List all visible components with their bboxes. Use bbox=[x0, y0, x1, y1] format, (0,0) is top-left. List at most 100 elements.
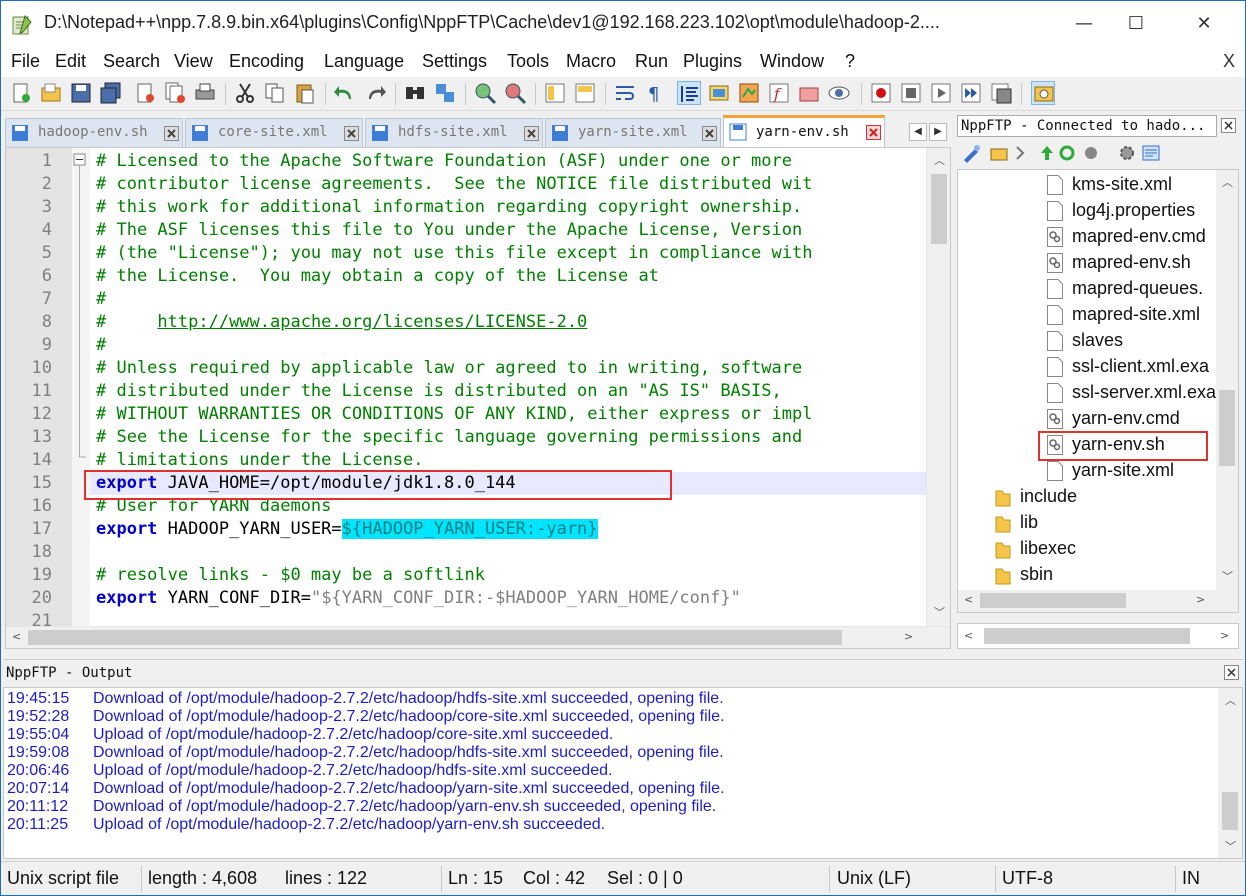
menu-file[interactable]: File bbox=[11, 51, 40, 72]
scroll-left-icon[interactable]: < bbox=[964, 593, 973, 606]
code-line[interactable]: # bbox=[90, 334, 926, 357]
code-line[interactable]: # (the "License"); you may not use this … bbox=[90, 242, 926, 265]
tree-horizontal-scrollbar[interactable]: < > bbox=[958, 590, 1238, 612]
show-all-chars-icon[interactable]: ¶ bbox=[643, 81, 667, 105]
code-line[interactable]: # the License. You may obtain a copy of … bbox=[90, 265, 926, 288]
tab-hdfs-site[interactable]: hdfs-site.xml bbox=[365, 118, 543, 147]
code-line[interactable]: # The ASF licenses this file to You unde… bbox=[90, 219, 926, 242]
code-line[interactable]: # this work for additional information r… bbox=[90, 196, 926, 219]
save-icon[interactable] bbox=[69, 81, 93, 105]
code-line[interactable]: # contributor license agreements. See th… bbox=[90, 173, 926, 196]
tab-close-icon[interactable] bbox=[702, 126, 717, 141]
indent-guide-icon[interactable] bbox=[677, 81, 701, 105]
menu-window[interactable]: Window bbox=[760, 51, 824, 72]
code-line[interactable]: # resolve links - $0 may be a softlink bbox=[90, 564, 926, 587]
scroll-left-icon[interactable]: < bbox=[12, 630, 21, 643]
menu-tools[interactable]: Tools bbox=[507, 51, 549, 72]
code-line[interactable]: export YARN_CONF_DIR="${YARN_CONF_DIR:-$… bbox=[90, 587, 926, 610]
editor-vertical-scrollbar[interactable]: ︿ ﹀ bbox=[926, 148, 950, 626]
scroll-right-icon[interactable]: > bbox=[1196, 593, 1205, 606]
copy-icon[interactable] bbox=[263, 81, 287, 105]
scroll-thumb[interactable] bbox=[1222, 792, 1238, 830]
menu-plugins[interactable]: Plugins bbox=[683, 51, 742, 72]
output-vertical-scrollbar[interactable]: ︿ ﹀ bbox=[1218, 688, 1242, 858]
message-window-icon[interactable] bbox=[1141, 143, 1161, 163]
scroll-thumb[interactable] bbox=[980, 593, 1126, 608]
function-list-icon[interactable]: f bbox=[767, 81, 791, 105]
zoom-in-icon[interactable] bbox=[473, 81, 497, 105]
folder-as-workspace-icon[interactable] bbox=[797, 81, 821, 105]
code-line[interactable]: # http://www.apache.org/licenses/LICENSE… bbox=[90, 311, 926, 334]
tab-scroll-left-button[interactable]: ◀ bbox=[909, 123, 927, 141]
sync-horizontal-icon[interactable] bbox=[573, 81, 597, 105]
close-file-icon[interactable] bbox=[133, 81, 157, 105]
code-line[interactable]: # Unless required by applicable law or a… bbox=[90, 357, 926, 380]
scroll-down-icon[interactable]: ﹀ bbox=[1222, 568, 1233, 584]
scroll-right-icon[interactable]: > bbox=[1220, 629, 1229, 642]
fold-margin[interactable] bbox=[72, 148, 90, 626]
save-all-icon[interactable] bbox=[99, 81, 123, 105]
scroll-thumb[interactable] bbox=[1219, 390, 1235, 466]
code-line[interactable]: # bbox=[90, 288, 926, 311]
code-editor[interactable]: 1 2 3 4 5 6 7 8 9 10 11 12 13 14 15 16 17 18 19 20 21 # Lice… bbox=[5, 147, 951, 649]
tree-vertical-scrollbar[interactable]: ︿ ﹀ bbox=[1216, 170, 1238, 590]
tab-close-icon[interactable] bbox=[524, 126, 539, 141]
close-all-icon[interactable] bbox=[163, 81, 187, 105]
code-line[interactable] bbox=[90, 541, 926, 564]
nppftp-queue-bar[interactable]: < > bbox=[957, 623, 1239, 649]
menu-settings[interactable]: Settings bbox=[422, 51, 487, 72]
abort-icon[interactable] bbox=[1013, 143, 1033, 163]
disconnect-icon[interactable] bbox=[1081, 143, 1101, 163]
document-map-icon[interactable] bbox=[737, 81, 761, 105]
menu-view[interactable]: View bbox=[174, 51, 213, 72]
scroll-up-icon[interactable]: ︿ bbox=[1222, 174, 1233, 190]
open-file-icon[interactable] bbox=[39, 81, 63, 105]
scroll-left-icon[interactable]: < bbox=[964, 629, 973, 642]
scroll-thumb[interactable] bbox=[28, 630, 842, 645]
scroll-down-icon[interactable]: ﹀ bbox=[934, 604, 945, 620]
tab-yarn-site[interactable]: yarn-site.xml bbox=[545, 118, 721, 147]
print-icon[interactable] bbox=[193, 81, 217, 105]
sync-vertical-icon[interactable] bbox=[543, 81, 567, 105]
code-line[interactable]: # WITHOUT WARRANTIES OR CONDITIONS OF AN… bbox=[90, 403, 926, 426]
fold-marker-icon[interactable] bbox=[72, 148, 90, 626]
output-log[interactable]: ︿ ﹀ 19:45:15 Download of /opt/module/hado… bbox=[3, 687, 1243, 859]
tab-core-site[interactable]: core-site.xml bbox=[185, 118, 363, 147]
scroll-thumb[interactable] bbox=[984, 628, 1190, 644]
tab-close-icon[interactable] bbox=[866, 125, 881, 140]
nppftp-show-panel-icon[interactable] bbox=[1031, 81, 1055, 105]
user-defined-language-icon[interactable] bbox=[707, 81, 731, 105]
stop-macro-icon[interactable] bbox=[899, 81, 923, 105]
tab-yarn-env[interactable]: yarn-env.sh bbox=[723, 115, 885, 147]
settings-folder-icon[interactable] bbox=[989, 143, 1009, 163]
code-line[interactable]: # distributed under the License is distr… bbox=[90, 380, 926, 403]
panel-close-icon[interactable] bbox=[1221, 118, 1236, 133]
new-file-icon[interactable] bbox=[9, 81, 33, 105]
scroll-thumb[interactable] bbox=[931, 174, 947, 244]
tab-hadoop-env[interactable]: hadoop-env.sh bbox=[5, 118, 183, 147]
maximize-button[interactable]: ☐ bbox=[1113, 9, 1159, 39]
refresh-icon[interactable] bbox=[1057, 143, 1077, 163]
close-window-button[interactable]: ✕ bbox=[1181, 9, 1227, 39]
scroll-up-icon[interactable]: ︿ bbox=[934, 152, 945, 168]
close-document-button[interactable]: X bbox=[1223, 51, 1235, 72]
record-macro-icon[interactable] bbox=[869, 81, 893, 105]
code-line[interactable] bbox=[90, 610, 926, 626]
menu-language[interactable]: Language bbox=[324, 51, 404, 72]
replace-icon[interactable] bbox=[433, 81, 457, 105]
gear-icon[interactable] bbox=[1117, 143, 1137, 163]
play-macro-icon[interactable] bbox=[929, 81, 953, 105]
menu-help[interactable]: ? bbox=[845, 51, 855, 72]
minimize-button[interactable]: — bbox=[1061, 9, 1107, 39]
undo-icon[interactable] bbox=[333, 81, 357, 105]
word-wrap-icon[interactable] bbox=[613, 81, 637, 105]
menu-run[interactable]: Run bbox=[635, 51, 668, 72]
menu-search[interactable]: Search bbox=[103, 51, 160, 72]
cut-icon[interactable] bbox=[233, 81, 257, 105]
tab-close-icon[interactable] bbox=[344, 126, 359, 141]
connect-icon[interactable] bbox=[961, 143, 981, 163]
monitoring-icon[interactable] bbox=[827, 81, 851, 105]
code-line[interactable]: # Licensed to the Apache Software Founda… bbox=[90, 150, 926, 173]
scroll-down-icon[interactable]: ﹀ bbox=[1225, 838, 1236, 854]
find-icon[interactable] bbox=[403, 81, 427, 105]
